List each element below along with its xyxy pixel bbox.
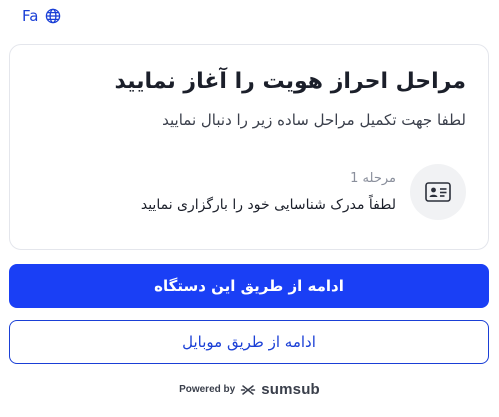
card-subtitle: لطفا جهت تکمیل مراحل ساده زیر را دنبال ن… bbox=[162, 111, 466, 129]
id-card-icon bbox=[410, 164, 466, 220]
sumsub-logo-icon bbox=[240, 383, 256, 397]
globe-icon[interactable] bbox=[45, 8, 61, 24]
step-label: مرحله 1 bbox=[350, 171, 396, 186]
language-switcher[interactable]: Fa bbox=[22, 7, 61, 25]
continue-on-this-device-button[interactable]: ادامه از طریق این دستگاه bbox=[9, 264, 489, 308]
step-description: لطفاً مدرک شناسایی خود را بارگزاری نمایی… bbox=[140, 197, 396, 213]
brand-name: sumsub bbox=[261, 381, 320, 398]
powered-by-footer: Powered by sumsub bbox=[0, 381, 499, 398]
continue-on-mobile-button[interactable]: ادامه از طریق موبایل bbox=[9, 320, 489, 364]
language-code[interactable]: Fa bbox=[22, 7, 38, 25]
verification-steps-card: مراحل احراز هویت را آغاز نمایید لطفا جهت… bbox=[9, 44, 489, 250]
powered-by-label: Powered by bbox=[179, 384, 236, 395]
verification-page: Fa مراحل احراز هویت را آغاز نمایید لطفا … bbox=[0, 0, 499, 417]
card-title: مراحل احراز هویت را آغاز نمایید bbox=[114, 69, 466, 94]
